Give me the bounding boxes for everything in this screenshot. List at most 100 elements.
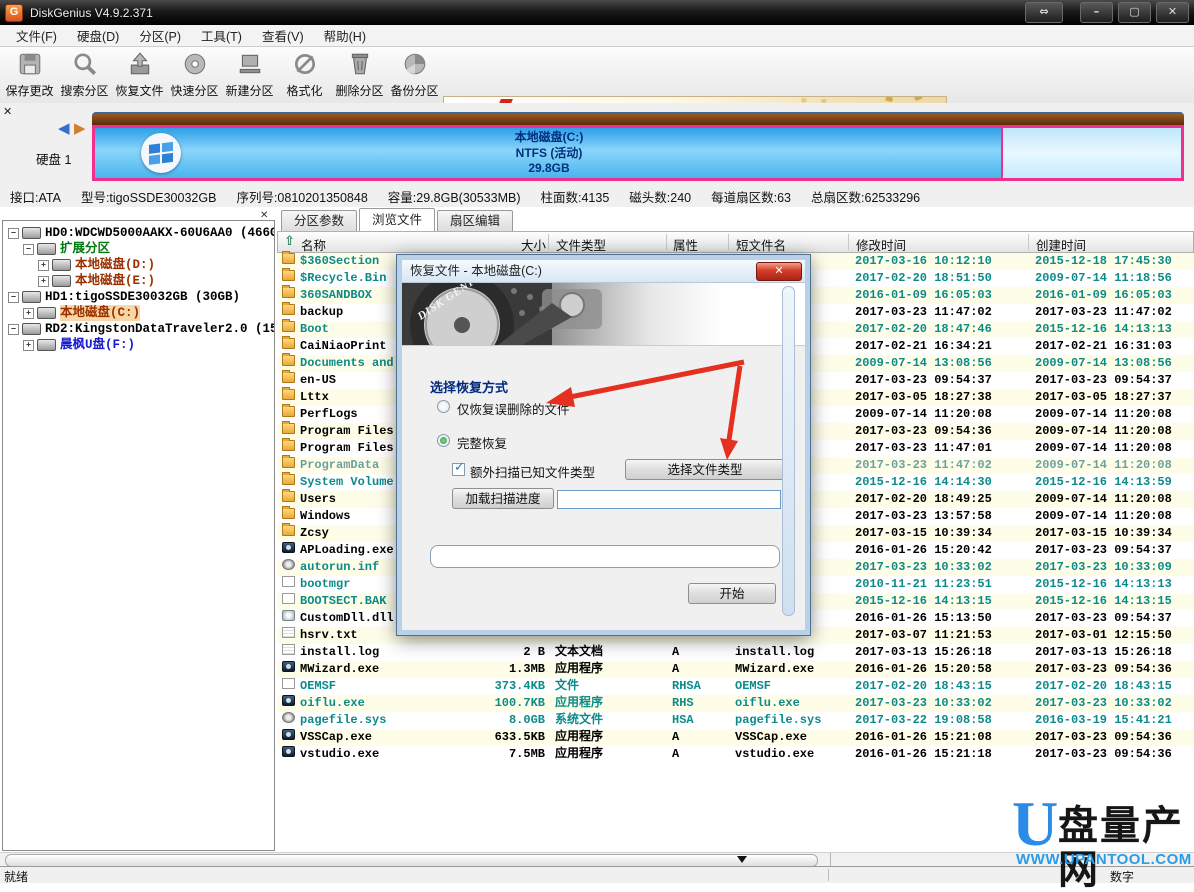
tree-item--c-[interactable]: +本地磁盘(C:) (3, 305, 274, 321)
file-row-vstudio-exe[interactable]: vstudio.exe7.5MB应用程序Avstudio.exe2016-01-… (277, 746, 1194, 763)
toolbar-quick-partition-button[interactable]: 快速分区 (167, 47, 222, 102)
tree-item-hd1-tigossde30032gb-30gb-[interactable]: −HD1:tigoSSDE30032GB (30GB) (3, 289, 274, 305)
collapse-icon[interactable]: − (8, 292, 19, 303)
cell-name: ProgramData (300, 457, 379, 474)
checkbox-extra-scan-file-types[interactable] (452, 463, 465, 476)
tab-扇区编辑[interactable]: 扇区编辑 (437, 210, 513, 231)
cell-type: 应用程序 (555, 729, 603, 746)
menu-item-3[interactable]: 工具(T) (191, 26, 252, 45)
tree-item-rd2-kingstondatatraveler2-0-15gb[interactable]: −RD2:KingstonDataTraveler2.0 (15GB (3, 321, 274, 337)
file-icon (282, 678, 295, 689)
toolbar-search-partition-button[interactable]: 搜索分区 (57, 47, 112, 102)
menu-item-4[interactable]: 查看(V) (252, 26, 314, 45)
scrollbar-divider (830, 853, 831, 866)
folder-icon (282, 321, 295, 332)
file-row-vsscap-exe[interactable]: VSSCap.exe633.5KB应用程序AVSSCap.exe2016-01-… (277, 729, 1194, 746)
horizontal-scrollbar[interactable] (0, 852, 1194, 866)
file-row-oemsf[interactable]: OEMSF373.4KB文件RHSAOEMSF2017-02-20 18:43:… (277, 678, 1194, 695)
tab-浏览文件[interactable]: 浏览文件 (359, 208, 435, 231)
cell-ctime: 2017-03-23 11:47:02 (1035, 304, 1172, 321)
partition-bar-c[interactable]: 本地磁盘(C:) NTFS (活动) 29.8GB (92, 125, 1184, 181)
menu-item-2[interactable]: 分区(P) (129, 26, 191, 45)
menu-item-0[interactable]: 文件(F) (6, 26, 67, 45)
recovery-path-input[interactable] (430, 545, 780, 568)
quick-partition-icon (182, 51, 208, 82)
txt-icon (282, 644, 295, 655)
window-title: DiskGenius V4.9.2.371 (30, 6, 153, 20)
disk-tree-panel: −HD0:WDCWD5000AAKX-60U6AA0 (466GB)−扩展分区+… (2, 220, 275, 851)
dialog-titlebar[interactable]: 恢复文件 - 本地磁盘(C:) ✕ (402, 260, 805, 283)
column-header-2[interactable]: 文件类型 (556, 235, 606, 254)
tree-item--e-[interactable]: +本地磁盘(E:) (3, 273, 274, 289)
sort-ascending-icon[interactable]: ⇧ (284, 235, 295, 249)
toolbar-button-label: 备份分区 (390, 82, 438, 99)
column-header-3[interactable]: 属性 (673, 235, 698, 254)
expand-icon[interactable]: + (38, 276, 49, 287)
disk-info-field-2: 序列号:0810201350848 (236, 187, 367, 206)
load-scan-progress-button[interactable]: 加载扫描进度 (452, 488, 554, 509)
minimize-button[interactable] (1080, 2, 1113, 23)
file-row-pagefile-sys[interactable]: pagefile.sys8.0GB系统文件HSApagefile.sys2017… (277, 712, 1194, 729)
toolbar-save-button[interactable]: 保存更改 (2, 47, 57, 102)
collapse-icon[interactable]: − (23, 244, 34, 255)
tree-item-hd0-wdcwd5000aakx-60u6aa0-466gb-[interactable]: −HD0:WDCWD5000AAKX-60U6AA0 (466GB) (3, 225, 274, 241)
cell-ctime: 2017-02-20 18:43:15 (1035, 678, 1172, 695)
select-file-types-button[interactable]: 选择文件类型 (625, 459, 785, 480)
toolbar-backup-partition-button[interactable]: 备份分区 (387, 47, 442, 102)
column-header-1[interactable]: 大小 (446, 235, 546, 254)
radio-full-recovery-label[interactable]: 完整恢复 (457, 433, 507, 452)
close-button[interactable] (1156, 2, 1189, 23)
cell-size: 633.5KB (445, 729, 545, 746)
disk-info-field-4: 柱面数:4135 (541, 187, 610, 206)
cell-short: MWizard.exe (735, 661, 814, 678)
dialog-close-button[interactable]: ✕ (756, 262, 802, 281)
cell-mtime: 2017-03-23 10:33:02 (855, 695, 992, 712)
tree-item--u-f-[interactable]: +晨枫U盘(F:) (3, 337, 274, 353)
expand-icon[interactable]: + (38, 260, 49, 271)
splitter-marker-icon[interactable] (737, 856, 747, 863)
tree-item--[interactable]: − 扩展分区 (3, 241, 274, 257)
tab-分区参数[interactable]: 分区参数 (281, 210, 357, 231)
column-header-4[interactable]: 短文件名 (736, 235, 786, 254)
tree-item--d-[interactable]: +本地磁盘(D:) (3, 257, 274, 273)
search-partition-icon (72, 51, 98, 82)
file-row-mwizard-exe[interactable]: MWizard.exe1.3MB应用程序AMWizard.exe2016-01-… (277, 661, 1194, 678)
partition-size: 29.8GB (95, 161, 1003, 177)
toolbar-format-button[interactable]: 格式化 (277, 47, 332, 102)
cell-ctime: 2009-07-14 11:20:08 (1035, 423, 1172, 440)
toolbar-new-partition-button[interactable]: 新建分区 (222, 47, 277, 102)
menu-item-1[interactable]: 硬盘(D) (67, 26, 129, 45)
file-row-install-log[interactable]: install.log2 B文本文档Ainstall.log2017-03-13… (277, 644, 1194, 661)
radio-recover-deleted-label[interactable]: 仅恢复误删除的文件 (457, 399, 570, 418)
file-row-oiflu-exe[interactable]: oiflu.exe100.7KB应用程序RHSoiflu.exe2017-03-… (277, 695, 1194, 712)
panel-close-icon[interactable]: ✕ (3, 106, 12, 117)
maximize-button[interactable] (1118, 2, 1151, 23)
cell-attr: A (672, 729, 679, 746)
expand-icon[interactable]: + (23, 340, 34, 351)
toolbar-button-label: 快速分区 (170, 82, 218, 99)
column-header-0[interactable]: 名称 (301, 235, 326, 254)
collapse-icon[interactable]: − (8, 228, 19, 239)
dialog-scrollbar[interactable] (782, 286, 795, 616)
checkbox-extra-scan-label[interactable]: 额外扫描已知文件类型 (470, 462, 595, 481)
prev-disk-arrow-icon[interactable]: ◀ (58, 119, 70, 137)
toolbar-delete-partition-button[interactable]: 删除分区 (332, 47, 387, 102)
scan-progress-file-input[interactable] (557, 490, 781, 509)
toolbar-recover-files-button[interactable]: 恢复文件 (112, 47, 167, 102)
radio-recover-deleted-only[interactable] (437, 400, 450, 413)
toolbar-button-label: 格式化 (286, 82, 322, 99)
cell-ctime: 2017-03-23 09:54:36 (1035, 746, 1172, 763)
folder-icon (282, 423, 295, 434)
tree-close-icon[interactable]: ✕ (260, 211, 268, 221)
cell-mtime: 2017-02-20 18:49:25 (855, 491, 992, 508)
collapse-icon[interactable]: − (8, 324, 19, 335)
next-disk-arrow-icon[interactable]: ▶ (74, 119, 86, 137)
menu-item-5[interactable]: 帮助(H) (314, 26, 376, 45)
switch-window-button[interactable] (1025, 2, 1063, 23)
expand-icon[interactable]: + (23, 308, 34, 319)
radio-full-recovery[interactable] (437, 434, 450, 447)
column-header-6[interactable]: 创建时间 (1036, 235, 1086, 254)
column-header-5[interactable]: 修改时间 (856, 235, 906, 254)
tree-item-label: 扩展分区 (60, 241, 110, 257)
start-button[interactable]: 开始 (688, 583, 776, 604)
